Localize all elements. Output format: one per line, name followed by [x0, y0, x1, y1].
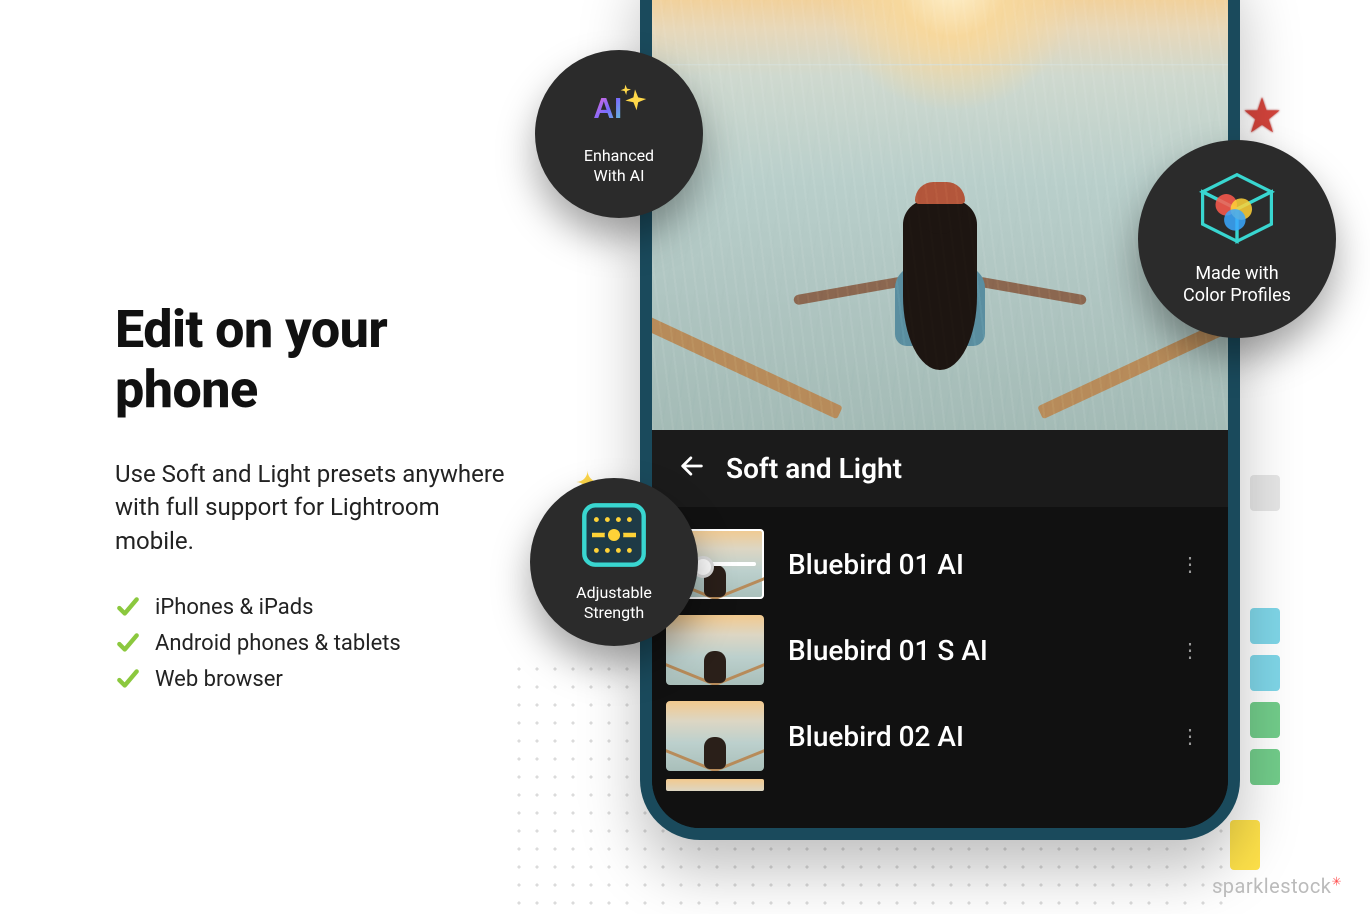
- badge-adjustable-strength: Adjustable Strength: [530, 478, 698, 646]
- preset-group-header: Soft and Light: [652, 430, 1228, 507]
- preset-list[interactable]: Bluebird 01 AI ⋮ Bluebird 01 S AI ⋮ Blue…: [652, 507, 1228, 828]
- badge-label: Enhanced: [584, 146, 654, 166]
- preset-name: Bluebird 01 AI: [788, 548, 1156, 581]
- check-label: Android phones & tablets: [155, 631, 401, 656]
- headline: Edit on your phone: [115, 300, 515, 420]
- check-icon: [115, 630, 141, 656]
- cube-color-icon: [1194, 170, 1280, 253]
- preset-name: Bluebird 01 S AI: [788, 634, 1156, 667]
- svg-text:AI: AI: [593, 93, 622, 125]
- more-icon[interactable]: ⋮: [1180, 638, 1200, 662]
- preset-row[interactable]: Bluebird 02 AI ⋮: [652, 693, 1228, 779]
- watermark: sparklestock✳: [1212, 874, 1342, 898]
- subtext: Use Soft and Light presets anywhere with…: [115, 458, 515, 559]
- phone-screen: Soft and Light Bluebird 01 AI ⋮ Bluebird…: [652, 0, 1228, 828]
- badge-label: Adjustable: [576, 583, 652, 603]
- stripe-decoration: [1250, 655, 1280, 691]
- stripe-decoration: [1250, 702, 1280, 738]
- feature-checklist: iPhones & iPads Android phones & tablets…: [115, 594, 515, 692]
- more-icon[interactable]: ⋮: [1180, 552, 1200, 576]
- badge-label: Strength: [584, 603, 644, 623]
- stripe-decoration: [1250, 475, 1280, 511]
- check-item: Android phones & tablets: [115, 630, 515, 656]
- preset-name: Bluebird 02 AI: [788, 720, 1156, 753]
- phone-mockup: Soft and Light Bluebird 01 AI ⋮ Bluebird…: [640, 0, 1240, 840]
- marketing-copy: Edit on your phone Use Soft and Light pr…: [115, 300, 515, 702]
- check-icon: [115, 666, 141, 692]
- stripe-decoration: [1230, 820, 1260, 870]
- more-icon[interactable]: ⋮: [1180, 724, 1200, 748]
- slider-grid-icon: [581, 502, 647, 573]
- check-label: Web browser: [155, 667, 283, 692]
- check-icon: [115, 594, 141, 620]
- preset-group-title: Soft and Light: [726, 452, 902, 485]
- check-item: iPhones & iPads: [115, 594, 515, 620]
- preset-thumbnail[interactable]: [666, 701, 764, 771]
- ai-sparkle-icon: AI: [587, 83, 651, 136]
- preset-thumbnail[interactable]: [666, 615, 764, 685]
- preset-row[interactable]: Bluebird 01 AI ⋮: [652, 521, 1228, 607]
- check-item: Web browser: [115, 666, 515, 692]
- star-decoration: [1240, 95, 1284, 143]
- badge-enhanced-ai: AI Enhanced With AI: [535, 50, 703, 218]
- preset-thumbnail-partial: [666, 779, 764, 791]
- back-arrow-icon[interactable]: [678, 452, 706, 485]
- badge-label: With AI: [594, 166, 645, 186]
- badge-color-profiles: Made with Color Profiles: [1138, 140, 1336, 338]
- badge-label: Made with: [1195, 263, 1278, 286]
- preset-row[interactable]: Bluebird 01 S AI ⋮: [652, 607, 1228, 693]
- check-label: iPhones & iPads: [155, 595, 314, 620]
- badge-label: Color Profiles: [1183, 285, 1291, 308]
- stripe-decoration: [1250, 608, 1280, 644]
- stripe-decoration: [1250, 749, 1280, 785]
